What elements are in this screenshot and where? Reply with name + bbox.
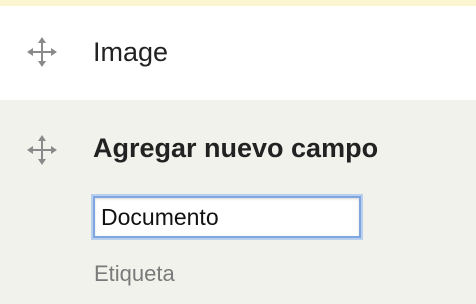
field-label-input[interactable] <box>93 196 361 238</box>
add-new-field-row: Agregar nuevo campo Etiqueta <box>0 100 476 304</box>
field-label-description: Etiqueta <box>94 261 175 286</box>
field-row-image: Image <box>0 6 476 100</box>
drag-handle-icon[interactable] <box>26 36 58 68</box>
add-new-field-label: Agregar nuevo campo <box>93 133 379 163</box>
field-label-image: Image <box>93 37 169 67</box>
drag-handle-icon[interactable] <box>26 134 58 166</box>
